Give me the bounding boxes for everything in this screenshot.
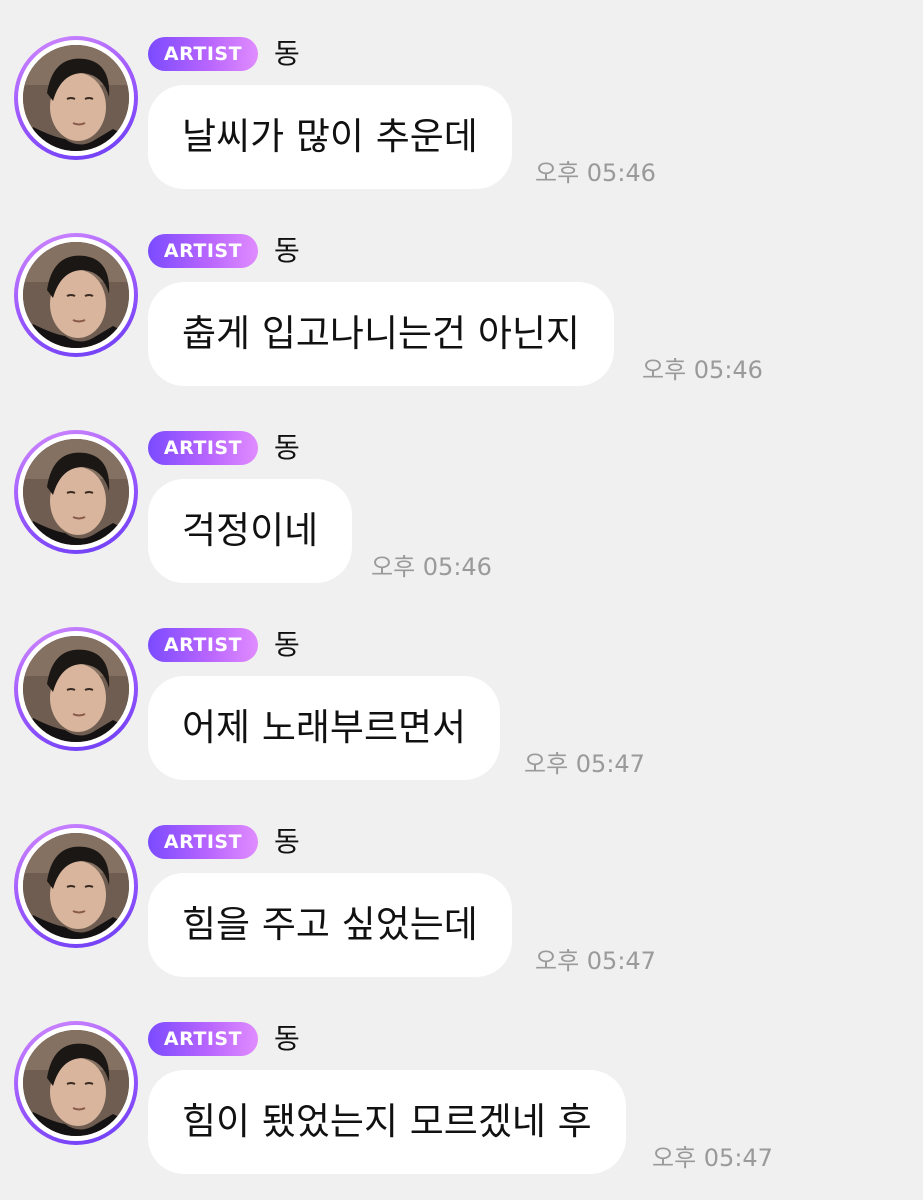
avatar-photo	[23, 833, 129, 939]
avatar-ring-gap	[18, 828, 134, 944]
message-bubble[interactable]: 걱정이네	[148, 479, 353, 583]
chat-message: ARTIST 동 어제 노래부르면서 오후 05:47	[0, 591, 923, 788]
message-timestamp: 오후 05:46	[535, 159, 656, 187]
avatar-image	[23, 45, 129, 151]
sender-name[interactable]: 동	[274, 824, 300, 860]
artist-badge: ARTIST	[148, 431, 258, 465]
avatar-ring-gap	[18, 237, 134, 353]
sender-name[interactable]: 동	[274, 627, 300, 663]
avatar[interactable]	[14, 627, 138, 751]
artist-badge: ARTIST	[148, 1022, 258, 1056]
avatar-photo	[23, 45, 129, 151]
avatar-photo	[23, 242, 129, 348]
message-timestamp: 오후 05:47	[524, 750, 645, 778]
artist-badge: ARTIST	[148, 37, 258, 71]
avatar-photo	[23, 439, 129, 545]
artist-badge: ARTIST	[148, 825, 258, 859]
avatar[interactable]	[14, 430, 138, 554]
avatar[interactable]	[14, 1021, 138, 1145]
avatar-image	[23, 1030, 129, 1136]
sender-name[interactable]: 동	[274, 36, 300, 72]
avatar-image	[23, 833, 129, 939]
avatar-image	[23, 636, 129, 742]
message-bubble[interactable]: 어제 노래부르면서	[148, 676, 501, 780]
avatar-photo	[23, 636, 129, 742]
avatar-image	[23, 242, 129, 348]
sender-name[interactable]: 동	[274, 1021, 300, 1057]
message-timestamp: 오후 05:47	[652, 1144, 773, 1172]
sender-name[interactable]: 동	[274, 430, 300, 466]
avatar-ring-gap	[18, 40, 134, 156]
message-bubble[interactable]: 힘이 됐었는지 모르겠네 후	[148, 1070, 626, 1174]
message-timestamp: 오후 05:46	[371, 553, 492, 581]
avatar-ring-gap	[18, 1025, 134, 1141]
chat-thread[interactable]: ARTIST 동 날씨가 많이 추운데 오후 05:46 ARTIST 동 춥게…	[0, 0, 923, 1200]
message-timestamp: 오후 05:46	[642, 356, 763, 384]
message-bubble[interactable]: 날씨가 많이 추운데	[148, 85, 512, 189]
sender-name[interactable]: 동	[274, 233, 300, 269]
artist-badge: ARTIST	[148, 234, 258, 268]
chat-message: ARTIST 동 힘이 됐었는지 모르겠네 후 오후 05:47	[0, 985, 923, 1182]
avatar-ring-gap	[18, 434, 134, 550]
message-bubble[interactable]: 힘을 주고 싶었는데	[148, 873, 512, 977]
avatar-ring-gap	[18, 631, 134, 747]
chat-message: ARTIST 동 날씨가 많이 추운데 오후 05:46	[0, 0, 923, 197]
chat-message: ARTIST 동 힘을 주고 싶었는데 오후 05:47	[0, 788, 923, 985]
message-timestamp: 오후 05:47	[535, 947, 656, 975]
artist-badge: ARTIST	[148, 628, 258, 662]
avatar-image	[23, 439, 129, 545]
avatar[interactable]	[14, 233, 138, 357]
avatar-photo	[23, 1030, 129, 1136]
avatar[interactable]	[14, 824, 138, 948]
message-bubble[interactable]: 춥게 입고나니는건 아닌지	[148, 282, 614, 386]
chat-message: ARTIST 동 춥게 입고나니는건 아닌지 오후 05:46	[0, 197, 923, 394]
chat-message: ARTIST 동 걱정이네 오후 05:46	[0, 394, 923, 591]
avatar[interactable]	[14, 36, 138, 160]
